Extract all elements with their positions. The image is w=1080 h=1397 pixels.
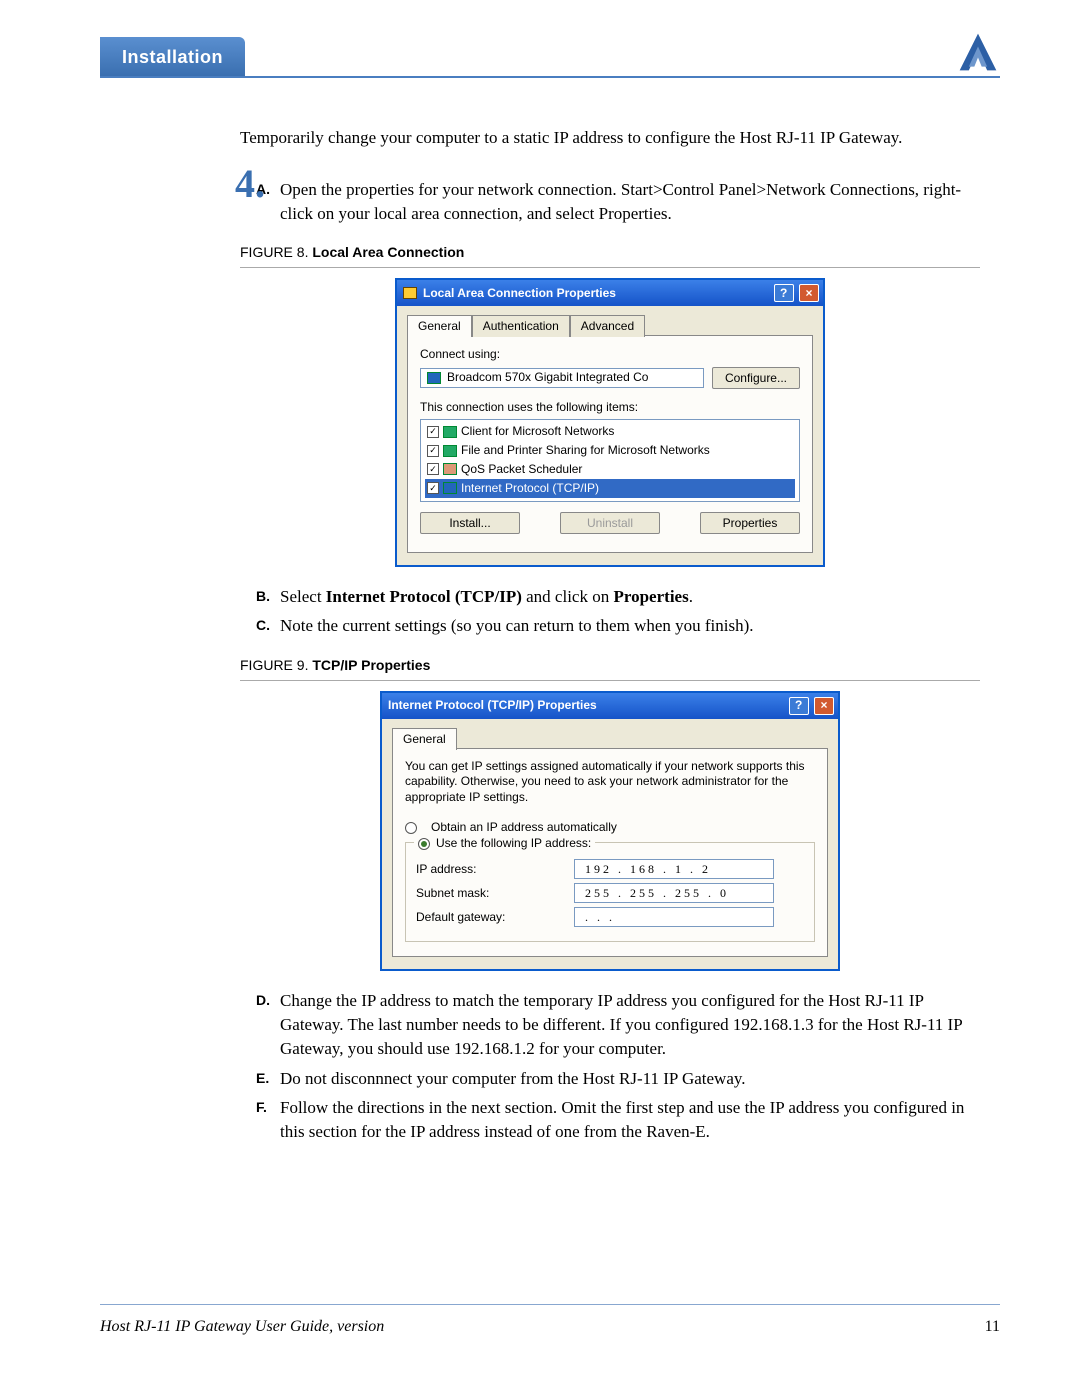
dialog-titlebar[interactable]: Local Area Connection Properties ? × xyxy=(397,280,823,306)
default-gateway-field[interactable]: . . . xyxy=(574,907,774,927)
properties-button[interactable]: Properties xyxy=(700,512,800,534)
ip-address-field[interactable]: 192 . 168 . 1 . 2 xyxy=(574,859,774,879)
substep-c: C. Note the current settings (so you can… xyxy=(256,614,980,638)
footer-guide-title: Host RJ-11 IP Gateway User Guide, versio… xyxy=(100,1318,384,1336)
subnet-mask-label: Subnet mask: xyxy=(416,885,566,902)
dialog-title: Local Area Connection Properties xyxy=(423,285,616,302)
dialog-title: Internet Protocol (TCP/IP) Properties xyxy=(388,697,597,714)
figure-8-caption: FIGURE 8. Local Area Connection xyxy=(240,243,980,268)
substep-letter: D. xyxy=(256,989,280,1060)
list-item[interactable]: ✓File and Printer Sharing for Microsoft … xyxy=(425,441,795,460)
configure-button[interactable]: Configure... xyxy=(712,367,800,389)
adapter-field[interactable]: Broadcom 570x Gigabit Integrated Co xyxy=(420,368,704,388)
substep-letter: C. xyxy=(256,614,280,638)
tab-general[interactable]: General xyxy=(392,728,457,750)
close-button[interactable]: × xyxy=(799,284,819,302)
tab-general[interactable]: General xyxy=(407,315,472,337)
default-gateway-label: Default gateway: xyxy=(416,909,566,926)
list-item[interactable]: ✓Client for Microsoft Networks xyxy=(425,422,795,441)
tab-authentication[interactable]: Authentication xyxy=(472,315,570,337)
substep-text: Change the IP address to match the tempo… xyxy=(280,989,980,1060)
figure-9-caption: FIGURE 9. TCP/IP Properties xyxy=(240,656,980,681)
radio-use-following[interactable]: Use the following IP address: xyxy=(414,835,595,852)
footer-rule xyxy=(100,1304,1000,1305)
connect-using-label: Connect using: xyxy=(420,346,800,363)
step-intro: Temporarily change your computer to a st… xyxy=(240,126,980,150)
substep-letter: F. xyxy=(256,1096,280,1144)
tcpip-properties-dialog: Internet Protocol (TCP/IP) Properties ? … xyxy=(380,691,840,971)
step-number: 4. xyxy=(235,160,265,207)
uninstall-button: Uninstall xyxy=(560,512,660,534)
subnet-mask-field[interactable]: 255 . 255 . 255 . 0 xyxy=(574,883,774,903)
substep-text: Do not disconnnect your computer from th… xyxy=(280,1067,980,1091)
page-header: Installation xyxy=(100,30,1000,78)
tcpip-description: You can get IP settings assigned automat… xyxy=(405,759,815,806)
adapter-icon xyxy=(427,372,441,384)
substep-text: Follow the directions in the next sectio… xyxy=(280,1096,980,1144)
network-icon xyxy=(403,287,417,299)
help-button[interactable]: ? xyxy=(789,697,809,715)
help-button[interactable]: ? xyxy=(774,284,794,302)
substep-e: E. Do not disconnnect your computer from… xyxy=(256,1067,980,1091)
company-logo-icon xyxy=(956,30,1000,74)
page-footer: Host RJ-11 IP Gateway User Guide, versio… xyxy=(100,1318,1000,1336)
tab-strip: General Authentication Advanced xyxy=(407,314,813,336)
dialog-titlebar[interactable]: Internet Protocol (TCP/IP) Properties ? … xyxy=(382,693,838,719)
substep-b: B. Select Internet Protocol (TCP/IP) and… xyxy=(256,585,980,609)
install-button[interactable]: Install... xyxy=(420,512,520,534)
substep-a: A. Open the properties for your network … xyxy=(256,178,980,226)
list-item-selected[interactable]: ✓Internet Protocol (TCP/IP) xyxy=(425,479,795,498)
ip-address-label: IP address: xyxy=(416,861,566,878)
close-button[interactable]: × xyxy=(814,697,834,715)
substep-letter: B. xyxy=(256,585,280,609)
connection-items-list[interactable]: ✓Client for Microsoft Networks ✓File and… xyxy=(420,419,800,501)
local-area-connection-dialog: Local Area Connection Properties ? × Gen… xyxy=(395,278,825,567)
tab-strip: General xyxy=(392,727,828,749)
substep-f: F. Follow the directions in the next sec… xyxy=(256,1096,980,1144)
substep-d: D. Change the IP address to match the te… xyxy=(256,989,980,1060)
page-number: 11 xyxy=(985,1318,1000,1336)
list-item[interactable]: ✓QoS Packet Scheduler xyxy=(425,460,795,479)
substep-letter: E. xyxy=(256,1067,280,1091)
tab-advanced[interactable]: Advanced xyxy=(570,315,645,337)
items-label: This connection uses the following items… xyxy=(420,399,800,416)
substep-text: Open the properties for your network con… xyxy=(280,178,980,226)
section-title-tab: Installation xyxy=(100,37,245,76)
radio-obtain-auto[interactable]: Obtain an IP address automatically xyxy=(405,819,815,836)
substep-text: Note the current settings (so you can re… xyxy=(280,614,980,638)
substep-text: Select Internet Protocol (TCP/IP) and cl… xyxy=(280,585,980,609)
